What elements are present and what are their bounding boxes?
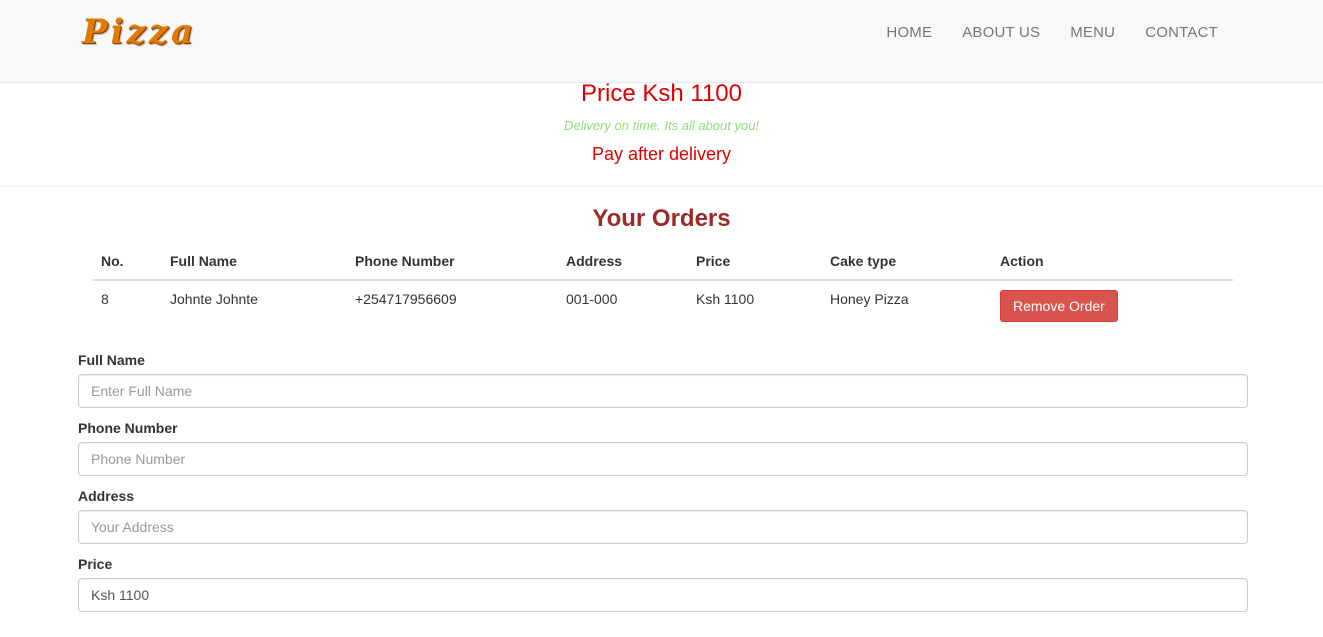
column-header-address: Address bbox=[558, 244, 688, 281]
price-input[interactable] bbox=[78, 578, 1248, 612]
column-header-action: Action bbox=[992, 244, 1233, 281]
column-header-no: No. bbox=[93, 244, 162, 281]
cell-phone: +254717956609 bbox=[355, 291, 457, 307]
phone-group: Phone Number bbox=[78, 420, 1248, 476]
cell-action: Remove Order bbox=[992, 280, 1233, 330]
cell-address: 001-000 bbox=[566, 291, 618, 307]
price-label: Price bbox=[78, 556, 113, 572]
column-header-price: Price bbox=[688, 244, 822, 281]
column-header-cake-type: Cake type bbox=[822, 244, 992, 281]
price-group: Price bbox=[78, 556, 1248, 612]
nav-contact[interactable]: CONTACT bbox=[1145, 24, 1218, 41]
cell-cake-type: Honey Pizza bbox=[830, 291, 909, 307]
remove-order-button[interactable]: Remove Order bbox=[1000, 290, 1118, 322]
address-input[interactable] bbox=[78, 510, 1248, 544]
cell-no: 8 bbox=[101, 291, 109, 307]
nav-menu[interactable]: MENU bbox=[1070, 24, 1115, 41]
main-nav: HOME ABOUT US MENU CONTACT bbox=[886, 24, 1218, 41]
navbar: Pizza HOME ABOUT US MENU CONTACT bbox=[0, 0, 1323, 83]
full-name-group: Full Name bbox=[78, 352, 1248, 408]
phone-label: Phone Number bbox=[78, 420, 178, 436]
table-header-row: No. Full Name Phone Number Address Price… bbox=[93, 244, 1233, 281]
full-name-label: Full Name bbox=[78, 352, 145, 368]
address-group: Address bbox=[78, 488, 1248, 544]
address-label: Address bbox=[78, 488, 135, 504]
table-row: 8 Johnte Johnte +254717956609 001-000 Ks… bbox=[93, 280, 1233, 330]
delivery-tagline: Delivery on time. Its all about you! bbox=[563, 118, 760, 133]
brand-logo[interactable]: Pizza bbox=[82, 12, 196, 52]
section-divider bbox=[0, 186, 1323, 187]
column-header-full-name: Full Name bbox=[162, 244, 347, 281]
price-heading: Price Ksh 1100 bbox=[581, 80, 742, 107]
phone-input[interactable] bbox=[78, 442, 1248, 476]
cell-price: Ksh 1100 bbox=[696, 291, 755, 307]
nav-home[interactable]: HOME bbox=[886, 24, 932, 41]
orders-table: No. Full Name Phone Number Address Price… bbox=[93, 244, 1233, 330]
full-name-input[interactable] bbox=[78, 374, 1248, 408]
nav-about-us[interactable]: ABOUT US bbox=[962, 24, 1040, 41]
orders-title: Your Orders bbox=[592, 205, 731, 232]
price-hero: Price Ksh 1100 Delivery on time. Its all… bbox=[0, 80, 1323, 165]
order-form: Full Name Phone Number Address Price bbox=[78, 352, 1248, 624]
cell-full-name: Johnte Johnte bbox=[170, 291, 258, 307]
column-header-phone: Phone Number bbox=[347, 244, 558, 281]
pay-note: Pay after delivery bbox=[591, 144, 732, 164]
